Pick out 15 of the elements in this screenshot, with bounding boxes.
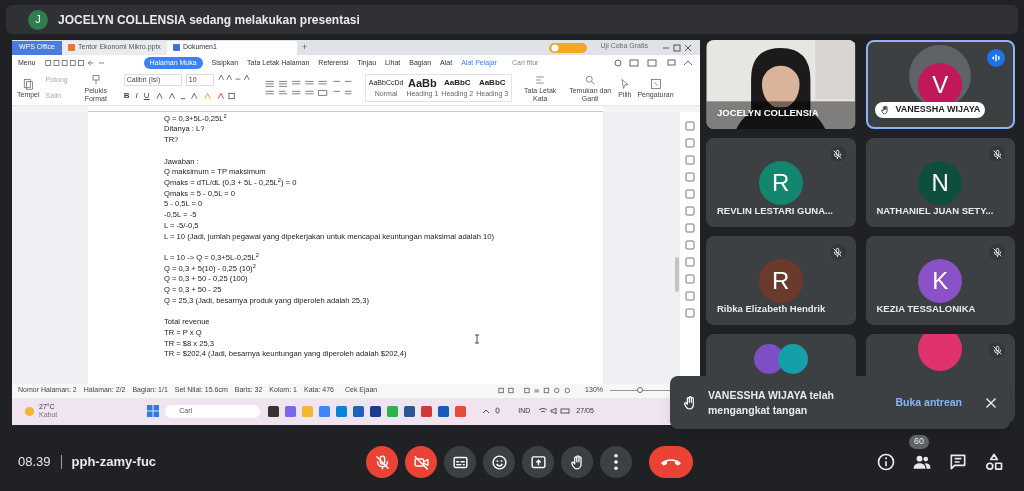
participant-count-badge: 60	[909, 435, 929, 449]
avatar: R	[758, 258, 803, 303]
avatar: K	[918, 258, 963, 303]
participant-name: REVLIN LESTARI GUNA...	[717, 203, 833, 218]
avatar: R	[758, 160, 803, 205]
banner-text: JOCELYN COLLENSIA sedang melakukan presentasi	[58, 11, 360, 29]
meeting-time: 08.39	[18, 453, 51, 472]
participant-name: KEZIA TESSALONIKA	[876, 301, 976, 316]
participant-name: Ribka Elizabeth Hendrik	[717, 301, 826, 316]
meeting-code: pph-zamy-fuc	[71, 453, 157, 472]
participant-name: NATHANIEL JUAN SETY...	[876, 203, 994, 218]
name-tag: VANESSHA WIJAYA	[874, 102, 986, 118]
avatar: J	[28, 9, 48, 30]
avatar: N	[918, 160, 963, 205]
notification-message: VANESSHA WIJAYA telah mengangkat tangan	[708, 387, 836, 418]
